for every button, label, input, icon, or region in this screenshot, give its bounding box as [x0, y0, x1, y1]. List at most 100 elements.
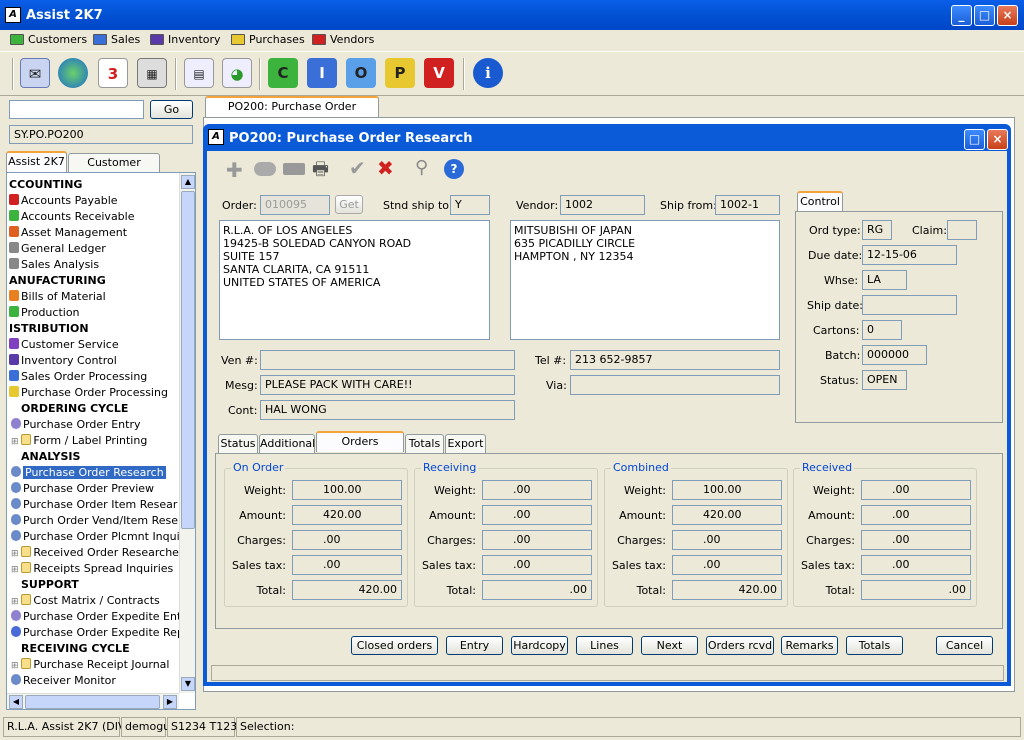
calendar-icon[interactable]: 3 — [98, 58, 128, 88]
maximize-button[interactable]: □ — [974, 5, 995, 26]
lines-button[interactable]: Lines — [576, 636, 633, 655]
scrollbar-thumb[interactable] — [25, 695, 160, 709]
orders-app-icon[interactable]: O — [346, 58, 376, 88]
whse-field[interactable]: LA — [862, 270, 907, 290]
weight-field[interactable]: .00 — [861, 480, 971, 500]
tree-item[interactable]: Inventory Control — [9, 353, 117, 369]
tree-leaf[interactable]: Purchase Order Entry — [11, 417, 140, 433]
cartons-field[interactable]: 0 — [862, 320, 902, 340]
order-field[interactable]: 010095 — [260, 195, 330, 215]
inventory-app-icon[interactable]: I — [307, 58, 337, 88]
scrollbar-thumb[interactable] — [181, 191, 195, 529]
expand-icon[interactable]: ⊞ — [11, 597, 21, 607]
tab-export[interactable]: Export — [445, 434, 486, 454]
claim-field[interactable] — [947, 220, 977, 240]
scroll-down-icon[interactable]: ▼ — [181, 677, 195, 691]
due-date-field[interactable]: 12-15-06 — [862, 245, 957, 265]
tel-field[interactable]: 213 652-9857 — [570, 350, 780, 370]
tree-folder[interactable]: ⊞ Received Order Researches — [11, 545, 179, 561]
amount-field[interactable]: .00 — [861, 505, 971, 525]
ship-to-address[interactable]: R.L.A. OF LOS ANGELES 19425-B SOLEDAD CA… — [219, 220, 490, 340]
tree-leaf[interactable]: Purchase Order Research — [11, 465, 166, 481]
sales-tax-field[interactable]: .00 — [292, 555, 402, 575]
tree-leaf[interactable]: Purchase Order Preview — [11, 481, 154, 497]
total-field[interactable]: .00 — [482, 580, 592, 600]
search-icon[interactable]: ⚲ — [415, 157, 428, 178]
status-field[interactable]: OPEN — [862, 370, 907, 390]
tree-leaf[interactable]: Purchase Order Item Resear — [11, 497, 177, 513]
check-icon[interactable]: ✔ — [349, 156, 366, 180]
sales-tax-field[interactable]: .00 — [482, 555, 592, 575]
tab-status[interactable]: Status — [218, 434, 258, 454]
tree-folder[interactable]: ⊞ Receipts Spread Inquiries — [11, 561, 173, 577]
tree-leaf[interactable]: Purchase Order Plcmnt Inquii — [11, 529, 179, 545]
ship-date-field[interactable] — [862, 295, 957, 315]
add-icon[interactable]: ✚ — [226, 158, 243, 182]
charges-field[interactable]: .00 — [292, 530, 402, 550]
via-field[interactable] — [570, 375, 780, 395]
menu-inventory[interactable]: Inventory — [150, 33, 221, 46]
scroll-right-icon[interactable]: ▶ — [163, 695, 177, 709]
expand-icon[interactable]: ⊞ — [11, 661, 21, 671]
amount-field[interactable]: 420.00 — [672, 505, 782, 525]
report-icon[interactable]: ▤ — [184, 58, 214, 88]
orders-rcvd-button[interactable]: Orders rcvd — [706, 636, 774, 655]
amount-field[interactable]: .00 — [482, 505, 592, 525]
minimize-button[interactable]: _ — [951, 5, 972, 26]
stnd-ship-field[interactable]: Y — [450, 195, 490, 215]
help-icon[interactable]: ? — [444, 159, 464, 179]
cancel-button[interactable]: Cancel — [936, 636, 993, 655]
totals-button[interactable]: Totals — [846, 636, 903, 655]
tab-customer-service[interactable]: Customer Service — [68, 153, 160, 187]
tree-leaf[interactable]: Purchase Order Expedite Rep — [11, 625, 179, 641]
vendor-field[interactable]: 1002 — [560, 195, 645, 215]
next-button[interactable]: Next — [641, 636, 698, 655]
scroll-left-icon[interactable]: ◀ — [9, 695, 23, 709]
batch-field[interactable]: 000000 — [862, 345, 927, 365]
charges-field[interactable]: .00 — [482, 530, 592, 550]
globe-icon[interactable] — [58, 58, 88, 88]
scroll-up-icon[interactable]: ▲ — [181, 175, 195, 189]
entry-button[interactable]: Entry — [446, 636, 503, 655]
go-button[interactable]: Go — [150, 100, 193, 119]
weight-field[interactable]: 100.00 — [672, 480, 782, 500]
cont-field[interactable]: HAL WONG — [260, 400, 515, 420]
get-button[interactable]: Get — [335, 195, 363, 214]
charges-field[interactable]: .00 — [861, 530, 971, 550]
remarks-button[interactable]: Remarks — [781, 636, 838, 655]
tree-leaf[interactable]: Purchase Order Expedite Ent — [11, 609, 179, 625]
tree-item[interactable]: Customer Service — [9, 337, 119, 353]
vendors-app-icon[interactable]: V — [424, 58, 454, 88]
tree-vertical-scrollbar[interactable]: ▲ ▼ — [179, 173, 195, 693]
mail-icon[interactable]: ✉ — [20, 58, 50, 88]
charges-field[interactable]: .00 — [672, 530, 782, 550]
tree-folder[interactable]: ⊞ Form / Label Printing — [11, 433, 147, 449]
search-input[interactable] — [9, 100, 144, 119]
amount-field[interactable]: 420.00 — [292, 505, 402, 525]
closed-orders-button[interactable]: Closed orders — [351, 636, 438, 655]
menu-purchases[interactable]: Purchases — [231, 33, 305, 46]
total-field[interactable]: 420.00 — [292, 580, 402, 600]
tab-control[interactable]: Control — [797, 191, 843, 212]
tree-item[interactable]: Accounts Receivable — [9, 209, 135, 225]
tree-item[interactable]: Purchase Order Processing — [9, 385, 168, 401]
tree-item[interactable]: Asset Management — [9, 225, 127, 241]
tree-leaf[interactable]: Purch Order Vend/Item Rese — [11, 513, 178, 529]
ord-type-field[interactable]: RG — [862, 220, 892, 240]
tree-item[interactable]: Production — [9, 305, 80, 321]
close-button[interactable]: × — [997, 5, 1018, 26]
window-close-button[interactable]: × — [987, 129, 1008, 150]
total-field[interactable]: .00 — [861, 580, 971, 600]
tree-item[interactable]: Sales Order Processing — [9, 369, 147, 385]
ship-from-field[interactable]: 1002-1 — [715, 195, 780, 215]
menu-sales[interactable]: Sales — [93, 33, 140, 46]
tree-horizontal-scrollbar[interactable]: ◀ ▶ — [7, 693, 179, 709]
sales-tax-field[interactable]: .00 — [861, 555, 971, 575]
weight-field[interactable]: 100.00 — [292, 480, 402, 500]
info-icon[interactable]: i — [473, 58, 503, 88]
tree-folder[interactable]: ⊞ Cost Matrix / Contracts — [11, 593, 160, 609]
calculator-icon[interactable]: ▦ — [137, 58, 167, 88]
total-field[interactable]: 420.00 — [672, 580, 782, 600]
delete-icon[interactable]: ✖ — [377, 156, 394, 180]
tab-assist[interactable]: Assist 2K7 — [6, 151, 67, 172]
